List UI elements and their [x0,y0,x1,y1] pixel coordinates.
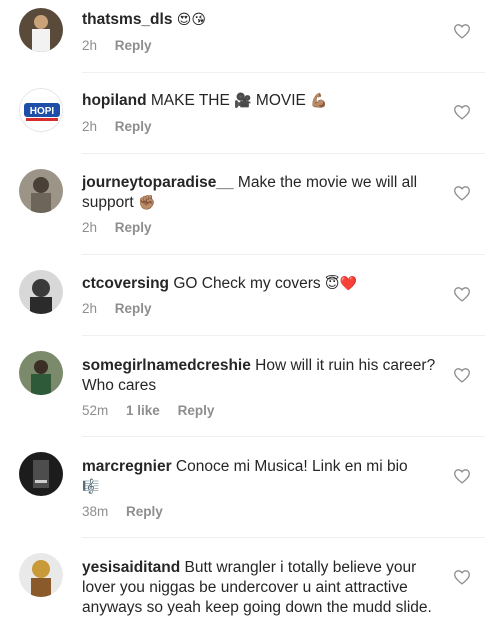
reply-button[interactable]: Reply [115,38,152,53]
comment-text: MOVIE [255,92,306,109]
comment-username[interactable]: somegirlnamedcreshie [82,357,251,374]
comment-text: Conoce mi Musica! Link en mi bio [175,458,408,475]
divider [82,335,485,336]
comment-text: GO Check my covers [173,275,321,292]
comment-meta: 2h Reply [82,301,152,316]
comment-username[interactable]: marcregnier [82,458,172,475]
like-heart-icon[interactable] [453,104,471,120]
like-count[interactable]: 1 like [126,403,160,418]
comment-text: MAKE THE [150,92,230,109]
divider [82,72,485,73]
avatar[interactable] [19,553,63,597]
comment-meta: 2h Reply [82,119,152,134]
comment-username[interactable]: ctcoversing [82,275,169,292]
comment-username[interactable]: yesisaiditand [82,559,180,576]
comment-username[interactable]: thatsms_dls [82,11,172,28]
comment-meta: 52m 1 like Reply [82,403,214,418]
like-heart-icon[interactable] [453,569,471,585]
comment-time: 2h [82,38,98,53]
divider [82,153,485,154]
divider [82,537,485,538]
avatar[interactable] [19,351,63,395]
reply-button[interactable]: Reply [178,403,215,418]
comment-emoji: 🎼 [82,479,100,495]
avatar[interactable] [19,8,63,52]
avatar[interactable] [19,169,63,213]
comment-emoji: ✊🏽 [138,195,156,211]
comment-time: 2h [82,119,98,134]
avatar[interactable]: HOPI [19,88,63,132]
comment-username[interactable]: hopiland [82,92,147,109]
comment-time: 52m [82,403,109,418]
avatar[interactable] [19,270,63,314]
like-heart-icon[interactable] [453,185,471,201]
like-heart-icon[interactable] [453,286,471,302]
reply-button[interactable]: Reply [126,504,163,519]
comment-emoji: 💪🏽 [310,93,328,109]
comment-emoji: 🎥 [234,93,252,109]
like-heart-icon[interactable] [453,23,471,39]
svg-text:HOPI: HOPI [30,106,55,117]
reply-button[interactable]: Reply [115,301,152,316]
comment-meta: 2h Reply [82,38,152,53]
comment-meta: 2h Reply [82,220,152,235]
divider [82,254,485,255]
avatar[interactable] [19,452,63,496]
comment-meta: 38m Reply [82,504,163,519]
reply-button[interactable]: Reply [115,119,152,134]
comment-emoji: 😍😘 [176,12,206,28]
comment-time: 38m [82,504,109,519]
comment-time: 2h [82,220,98,235]
divider [82,436,485,437]
like-heart-icon[interactable] [453,367,471,383]
comment-emoji: 😇❤️ [324,276,357,292]
comment-time: 2h [82,301,98,316]
comment-username[interactable]: journeytoparadise__ [82,174,234,191]
reply-button[interactable]: Reply [115,220,152,235]
like-heart-icon[interactable] [453,468,471,484]
